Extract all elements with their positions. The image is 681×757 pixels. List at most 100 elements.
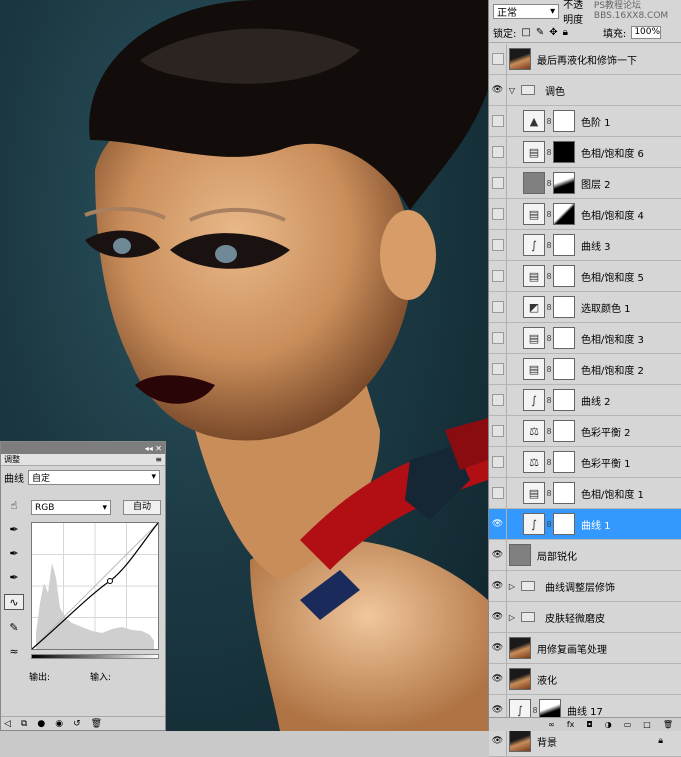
preset-select[interactable]: 自定 ▾ (28, 469, 160, 485)
layer-row[interactable]: ⚖ 8 色彩平衡 2 (489, 416, 681, 447)
collapse-icon[interactable]: ◂◂ ✕ (145, 444, 162, 453)
layer-mask-thumbnail[interactable] (553, 110, 575, 132)
view-previous-icon[interactable]: ◉ (55, 719, 63, 729)
layer-mask-thumbnail[interactable] (553, 203, 575, 225)
adjustment-layer-icon[interactable]: ◑ (605, 720, 612, 729)
expand-arrow-icon[interactable]: ▷ (507, 582, 517, 591)
visibility-toggle[interactable] (489, 168, 507, 198)
tab-adjustments[interactable]: 调整 (4, 454, 20, 465)
layer-mask-thumbnail[interactable] (553, 420, 575, 442)
expand-arrow-icon[interactable]: ▷ (507, 613, 517, 622)
fill-input[interactable]: 100% (631, 25, 662, 39)
chain-link-icon[interactable]: 8 (545, 396, 553, 405)
eye-icon[interactable]: 👁︎ (489, 509, 507, 539)
lock-pixels-icon[interactable]: ✎ (536, 27, 544, 38)
chain-link-icon[interactable]: 8 (545, 117, 553, 126)
visibility-toggle[interactable] (489, 478, 507, 508)
blend-mode-select[interactable]: 正常 ▾ (493, 3, 560, 19)
visibility-toggle[interactable] (489, 230, 507, 260)
visibility-toggle[interactable] (489, 447, 507, 477)
lock-position-icon[interactable]: ✥ (549, 27, 557, 38)
layer-mask-thumbnail[interactable] (553, 296, 575, 318)
layer-row[interactable]: 👁︎ ▷ 皮肤轻微磨皮 (489, 602, 681, 633)
visibility-icon[interactable]: ● (37, 719, 45, 729)
layer-row[interactable]: ▤ 8 色相/饱和度 5 (489, 261, 681, 292)
eye-icon[interactable]: 👁︎ (489, 571, 507, 601)
visibility-toggle[interactable] (489, 292, 507, 322)
layer-row[interactable]: ∫ 8 曲线 2 (489, 385, 681, 416)
chain-link-icon[interactable]: 8 (545, 179, 553, 188)
new-layer-icon[interactable]: □ (643, 720, 651, 729)
layer-row[interactable]: 👁︎ ▽ 调色 (489, 75, 681, 106)
panel-menu-icon[interactable]: ≡ (155, 455, 162, 464)
new-group-icon[interactable]: ▭ (624, 720, 632, 729)
layer-row[interactable]: 👁︎ 用修复画笔处理 (489, 633, 681, 664)
eye-icon[interactable]: 👁︎ (489, 664, 507, 694)
layer-row[interactable]: ▤ 8 色相/饱和度 4 (489, 199, 681, 230)
clip-icon[interactable]: ⧉ (21, 719, 27, 729)
layer-mask-thumbnail[interactable] (553, 482, 575, 504)
layer-row[interactable]: ▲ 8 色阶 1 (489, 106, 681, 137)
chain-link-icon[interactable]: 8 (531, 706, 539, 715)
layer-mask-thumbnail[interactable] (553, 141, 575, 163)
layer-mask-thumbnail[interactable] (553, 234, 575, 256)
black-eyedropper-icon[interactable]: ✒ (5, 522, 23, 536)
layer-row[interactable]: 👁︎ ▷ 曲线调整层修饰 (489, 571, 681, 602)
chain-link-icon[interactable]: 8 (545, 365, 553, 374)
delete-icon[interactable]: 🗑︎ (91, 719, 102, 729)
layer-mask-thumbnail[interactable] (553, 389, 575, 411)
visibility-toggle[interactable] (489, 323, 507, 353)
layer-row[interactable]: ▤ 8 色相/饱和度 3 (489, 323, 681, 354)
layer-row[interactable]: ▤ 8 色相/饱和度 2 (489, 354, 681, 385)
pencil-tool-icon[interactable]: ✎ (5, 620, 23, 634)
visibility-toggle[interactable] (489, 385, 507, 415)
visibility-toggle[interactable] (489, 416, 507, 446)
layer-style-icon[interactable]: fx (567, 720, 575, 729)
layer-row[interactable]: 👁︎ 局部锐化 (489, 540, 681, 571)
chain-link-icon[interactable]: 8 (545, 272, 553, 281)
smooth-icon[interactable]: ≈ (5, 644, 23, 658)
gray-eyedropper-icon[interactable]: ✒ (5, 546, 23, 560)
white-eyedropper-icon[interactable]: ✒ (5, 570, 23, 584)
eye-icon[interactable]: 👁︎ (489, 633, 507, 663)
target-adjust-icon[interactable]: ☝ (5, 498, 23, 512)
visibility-toggle[interactable] (489, 44, 507, 74)
channel-select[interactable]: RGB ▾ (31, 500, 111, 515)
layer-mask-thumbnail[interactable] (553, 265, 575, 287)
eye-icon[interactable]: 👁︎ (489, 75, 507, 105)
chain-link-icon[interactable]: 8 (545, 241, 553, 250)
expand-arrow-icon[interactable]: ▽ (507, 86, 517, 95)
lock-transparency-icon[interactable]: □ (521, 27, 530, 38)
layer-mask-thumbnail[interactable] (553, 172, 575, 194)
visibility-toggle[interactable] (489, 199, 507, 229)
layer-mask-thumbnail[interactable] (553, 451, 575, 473)
layer-row[interactable]: ▤ 8 色相/饱和度 6 (489, 137, 681, 168)
layer-row[interactable]: ▤ 8 色相/饱和度 1 (489, 478, 681, 509)
chain-link-icon[interactable]: 8 (545, 489, 553, 498)
eye-icon[interactable]: 👁︎ (489, 540, 507, 570)
visibility-toggle[interactable] (489, 137, 507, 167)
curve-point-tool-icon[interactable]: ∿ (4, 594, 24, 610)
layer-row[interactable]: ⚖ 8 色彩平衡 1 (489, 447, 681, 478)
delete-layer-icon[interactable]: 🗑︎ (663, 720, 673, 729)
layer-row[interactable]: 8 图层 2 (489, 168, 681, 199)
lock-all-icon[interactable]: 🔒︎ (563, 27, 568, 38)
layer-mask-thumbnail[interactable] (553, 358, 575, 380)
visibility-toggle[interactable] (489, 354, 507, 384)
chain-link-icon[interactable]: 8 (545, 520, 553, 529)
link-layers-icon[interactable]: ∞ (548, 720, 555, 729)
auto-button[interactable]: 自动 (123, 500, 161, 515)
chain-link-icon[interactable]: 8 (545, 334, 553, 343)
chain-link-icon[interactable]: 8 (545, 458, 553, 467)
reset-icon[interactable]: ↺ (73, 719, 81, 729)
chain-link-icon[interactable]: 8 (545, 303, 553, 312)
layer-row[interactable]: 最后再液化和修饰一下 (489, 44, 681, 75)
layer-row[interactable]: ◩ 8 选取颜色 1 (489, 292, 681, 323)
layer-row[interactable]: ∫ 8 曲线 3 (489, 230, 681, 261)
visibility-toggle[interactable] (489, 106, 507, 136)
visibility-toggle[interactable] (489, 261, 507, 291)
layer-row[interactable]: 👁︎ 液化 (489, 664, 681, 695)
back-icon[interactable]: ◁ (4, 719, 11, 729)
layer-row[interactable]: 👁︎ ∫ 8 曲线 1 (489, 509, 681, 540)
eye-icon[interactable]: 👁︎ (489, 602, 507, 632)
